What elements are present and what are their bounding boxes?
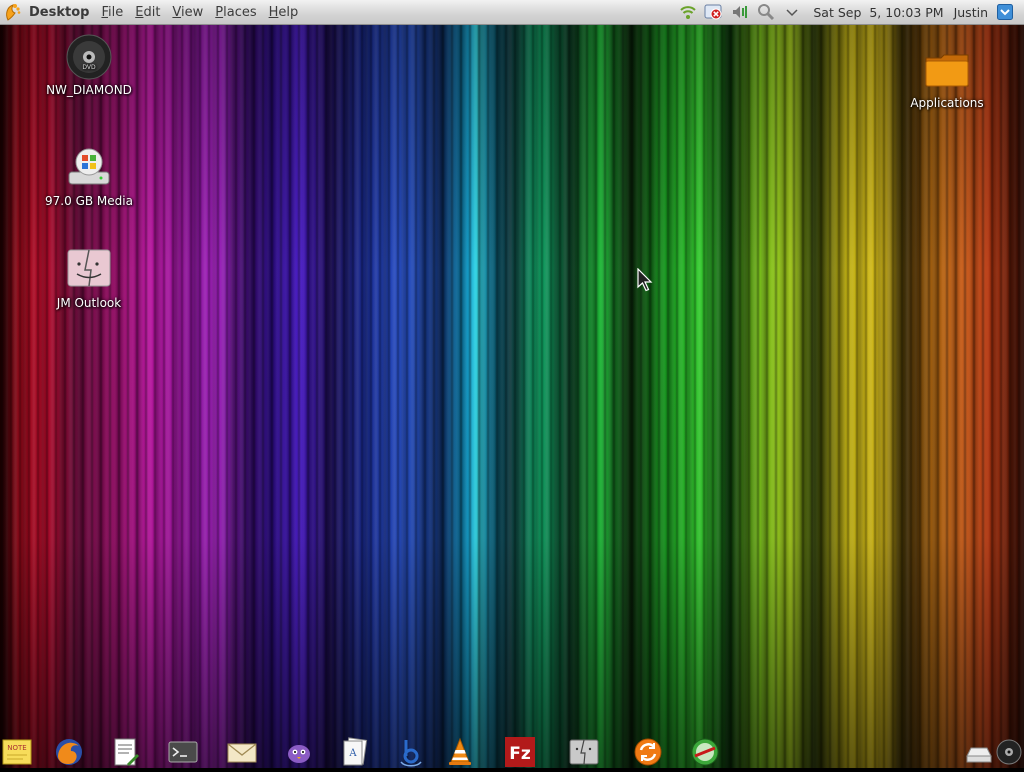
mouse-pointer-icon: [637, 267, 653, 292]
user-menu[interactable]: Justin: [954, 5, 988, 20]
desktop-icon-label: 97.0 GB Media: [45, 194, 133, 208]
mail-icon[interactable]: [226, 736, 258, 768]
menu-file[interactable]: File: [101, 5, 123, 20]
shutdown-menu-icon[interactable]: [994, 1, 1016, 23]
hard-drive-windows-icon: [65, 144, 113, 192]
network-icon[interactable]: [677, 1, 699, 23]
menu-edit[interactable]: Edit: [135, 5, 160, 20]
desktop-icon-jm-outlook[interactable]: JM Outlook: [34, 246, 144, 310]
top-panel: Desktop File Edit View Places Help Sat S…: [0, 0, 1024, 25]
banshee-icon[interactable]: [395, 736, 427, 768]
pidgin-icon[interactable]: [283, 736, 315, 768]
close-notification-icon[interactable]: [703, 1, 725, 23]
search-icon[interactable]: [755, 1, 777, 23]
chevron-down-icon[interactable]: [781, 1, 803, 23]
desktop-icon-nw-diamond[interactable]: DVD NW_DIAMOND: [34, 33, 144, 97]
finder-drive-icon: [65, 246, 113, 294]
sticky-notes-icon[interactable]: NOTE: [1, 736, 33, 768]
update-icon[interactable]: [632, 736, 664, 768]
desktop-icon-applications[interactable]: Applications: [892, 46, 1002, 110]
panel-tray: Sat Sep 5, 10:03 PM Justin: [675, 0, 1024, 24]
desktop-icon-label: JM Outlook: [56, 296, 122, 310]
svg-text:DVD: DVD: [82, 64, 96, 71]
dvd-icon[interactable]: [993, 736, 1024, 768]
vlc-icon[interactable]: [444, 736, 476, 768]
removable-drive-icon[interactable]: [963, 736, 995, 768]
menu-view[interactable]: View: [172, 5, 203, 20]
dock: NOTE A Fz: [0, 734, 1024, 768]
menu-places[interactable]: Places: [215, 5, 256, 20]
svg-text:Fz: Fz: [509, 744, 531, 764]
finder-icon[interactable]: [568, 736, 600, 768]
desktop-wallpaper: [0, 0, 1024, 768]
desktop-icon-label: Applications: [910, 96, 984, 110]
firefox-icon[interactable]: [53, 736, 85, 768]
terminal-icon[interactable]: [167, 736, 199, 768]
svg-text:NOTE: NOTE: [7, 744, 26, 752]
office-document-icon[interactable]: A: [339, 736, 371, 768]
gnome-foot-icon[interactable]: [3, 2, 23, 22]
menu-help[interactable]: Help: [269, 5, 299, 20]
dvd-disc-icon: DVD: [65, 33, 113, 81]
svg-text:A: A: [348, 748, 357, 759]
desktop-icon-media-drive[interactable]: 97.0 GB Media: [34, 144, 144, 208]
clock[interactable]: Sat Sep 5, 10:03 PM: [813, 5, 943, 20]
text-editor-icon[interactable]: [109, 736, 141, 768]
volume-icon[interactable]: [729, 1, 751, 23]
active-app-name[interactable]: Desktop: [29, 5, 89, 20]
disk-utility-icon[interactable]: [689, 736, 721, 768]
filezilla-icon[interactable]: Fz: [504, 736, 536, 768]
folder-icon: [923, 46, 971, 94]
desktop-icon-label: NW_DIAMOND: [46, 83, 132, 97]
